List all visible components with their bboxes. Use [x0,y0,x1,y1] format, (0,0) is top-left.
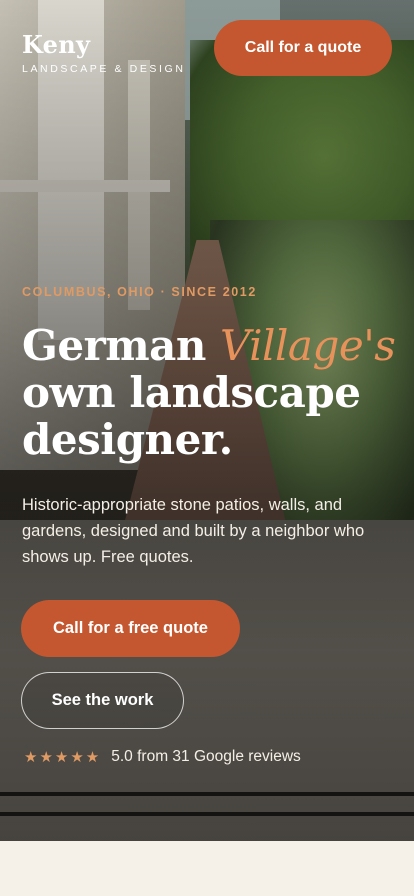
call-for-free-quote-button[interactable]: Call for a free quote [21,600,240,657]
google-reviews-summary[interactable]: ★★★★★ 5.0 from 31 Google reviews [24,745,301,769]
hero-subcopy: Historic-appropriate stone patios, walls… [22,496,365,566]
hero-eyebrow: COLUMBUS, OHIO · SINCE 2012 [22,285,257,299]
next-section [0,841,414,896]
reviews-text: 5.0 from 31 Google reviews [111,748,301,765]
star-rating-icon: ★★★★★ [24,749,102,766]
see-the-work-button[interactable]: See the work [21,672,184,729]
hero-headline: German Village's own landscape designer. [22,322,402,463]
headline-accent: Village's [220,321,396,370]
hero-section: Keny LANDSCAPE & DESIGN Call for a quote… [0,0,414,841]
brand-name: Keny [22,30,91,59]
headline-part2: own landscape designer. [22,368,361,464]
brand-logo[interactable]: Keny LANDSCAPE & DESIGN [22,30,186,75]
brand-tagline: LANDSCAPE & DESIGN [22,63,186,75]
headline-part1: German [22,321,221,370]
call-for-quote-button[interactable]: Call for a quote [214,20,392,76]
